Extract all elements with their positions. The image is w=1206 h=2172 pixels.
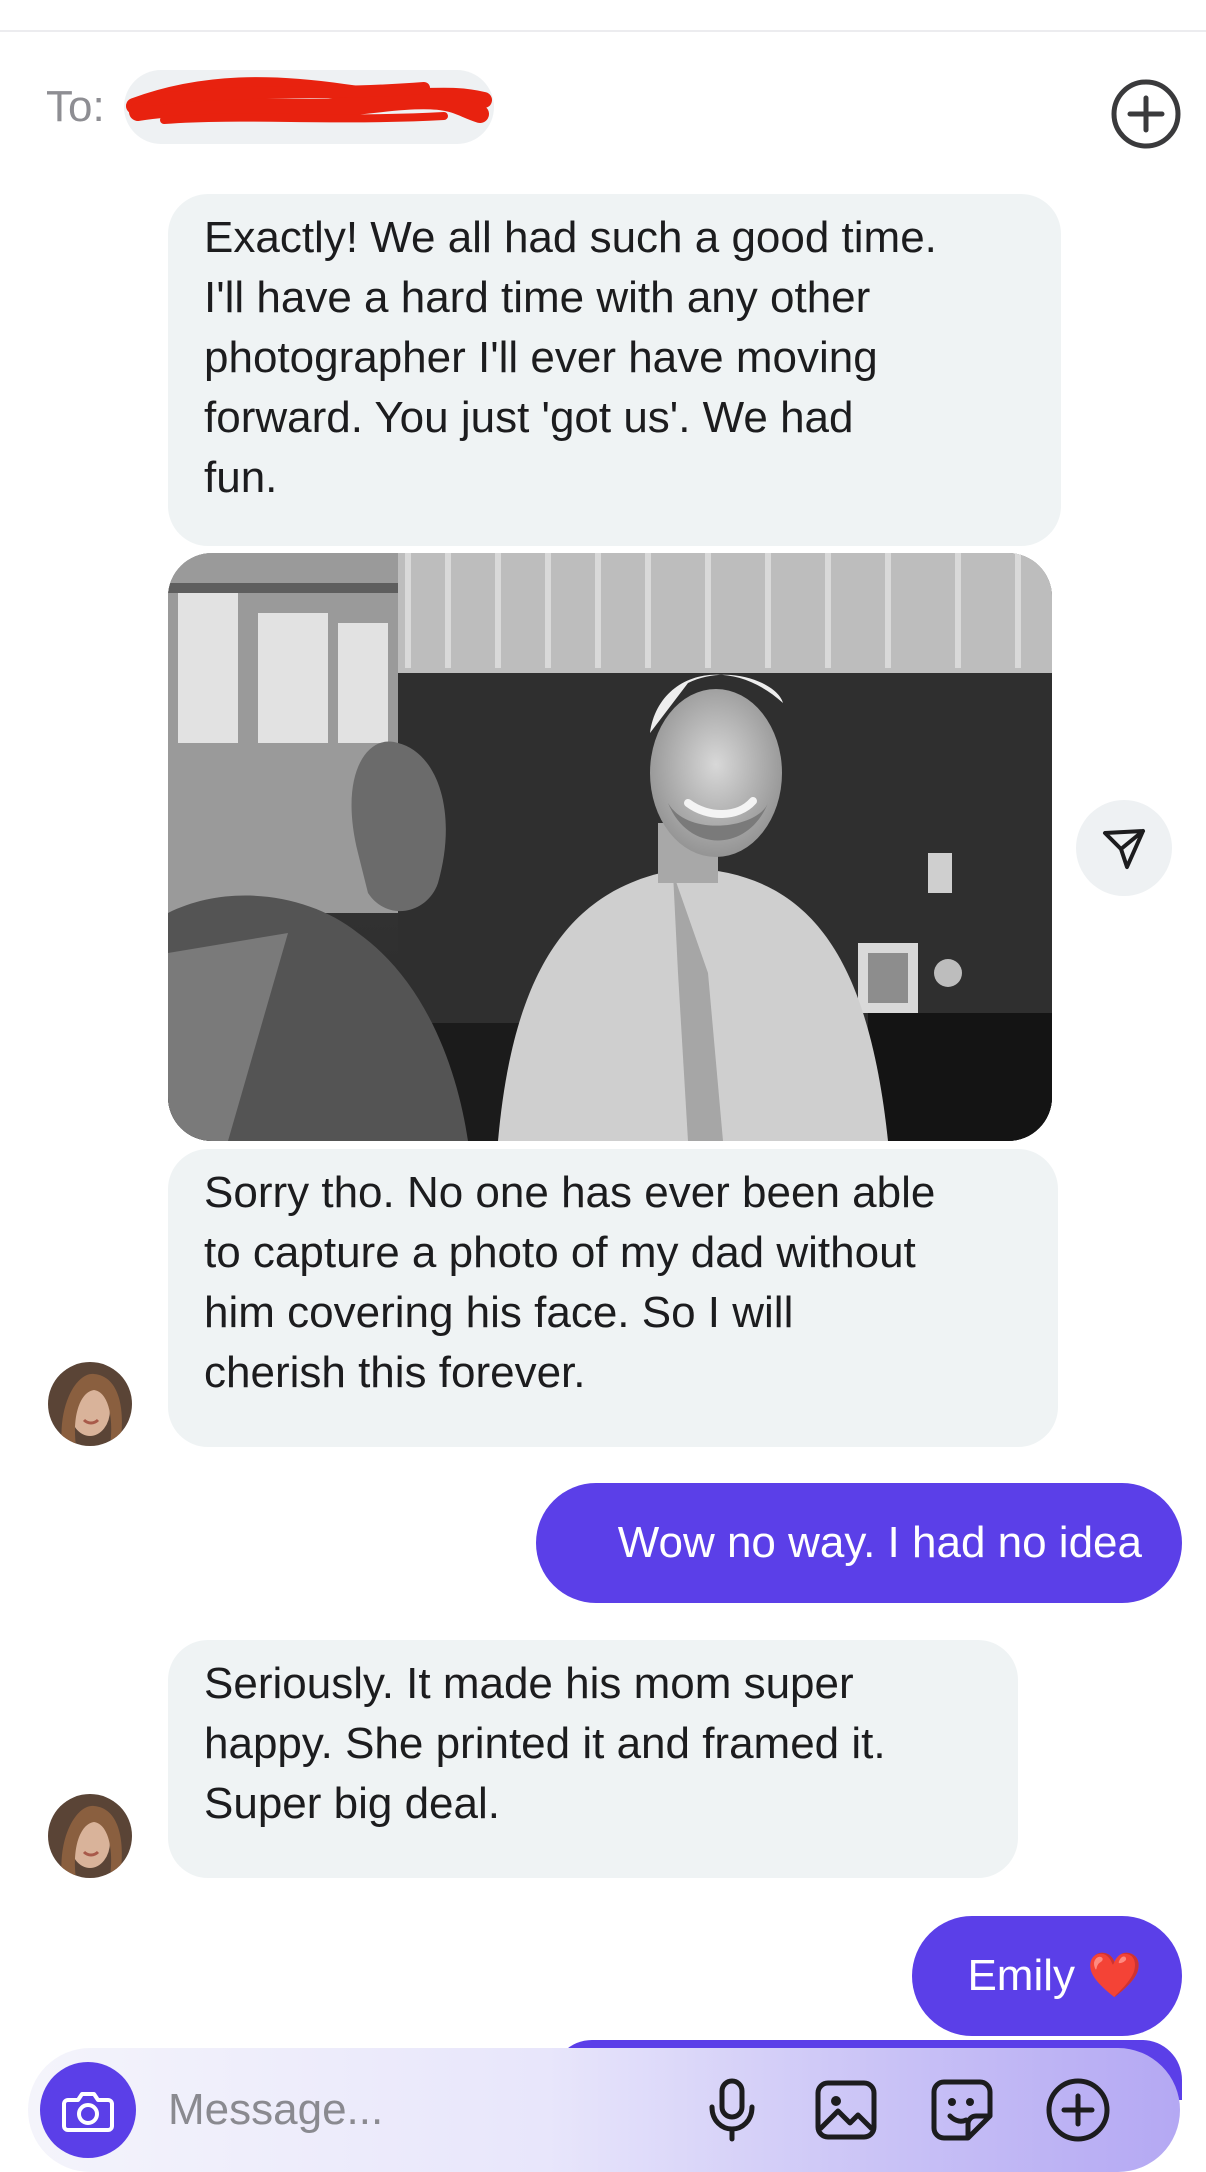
message-input[interactable] [168, 2074, 688, 2146]
message-line: photographer I'll ever have moving [204, 333, 878, 382]
message-text: Emily ❤️ [967, 1951, 1142, 2000]
message-line: him covering his face. So I will [204, 1288, 794, 1337]
message-line: Exactly! We all had such a good time. [204, 213, 937, 262]
plus-circle-icon [1111, 79, 1181, 149]
message-line: Seriously. It made his mom super [204, 1659, 854, 1708]
message-bubble-outgoing[interactable]: Emily ❤️ [912, 1916, 1182, 2036]
message-line: forward. You just 'got us'. We had [204, 393, 854, 442]
message-line: I'll have a hard time with any other [204, 273, 871, 322]
share-button[interactable] [1076, 800, 1172, 896]
voice-button[interactable] [694, 2072, 770, 2148]
image-icon [815, 2080, 877, 2140]
contact-photo [48, 1362, 132, 1446]
shared-photo [168, 553, 1052, 1141]
message-bubble-incoming[interactable]: Exactly! We all had such a good time. I'… [168, 194, 1061, 546]
microphone-icon [709, 2078, 755, 2142]
sticker-icon [931, 2079, 993, 2141]
avatar[interactable] [48, 1794, 132, 1878]
recipient-row: To: [0, 60, 1206, 160]
avatar[interactable] [48, 1362, 132, 1446]
camera-button[interactable] [40, 2062, 136, 2158]
message-bubble-incoming[interactable]: Seriously. It made his mom super happy. … [168, 1640, 1018, 1878]
message-line: fun. [204, 453, 278, 502]
message-line: happy. She printed it and framed it. [204, 1719, 886, 1768]
message-composer [28, 2048, 1180, 2172]
to-label: To: [46, 82, 105, 131]
message-line: Super big deal. [204, 1779, 500, 1828]
message-bubble-outgoing[interactable]: Wow no way. I had no idea [536, 1483, 1182, 1603]
gallery-button[interactable] [808, 2072, 884, 2148]
plus-circle-icon [1046, 2078, 1110, 2142]
message-text: Wow no way. I had no idea [617, 1518, 1142, 1567]
add-recipient-button[interactable] [1110, 78, 1182, 150]
recipient-chip[interactable] [124, 70, 494, 144]
send-icon [1103, 829, 1145, 869]
message-bubble-incoming[interactable]: Sorry tho. No one has ever been able to … [168, 1149, 1058, 1447]
top-divider [0, 30, 1206, 32]
sticker-button[interactable] [924, 2072, 1000, 2148]
more-button[interactable] [1040, 2072, 1116, 2148]
camera-icon [62, 2092, 114, 2132]
message-line: Sorry tho. No one has ever been able [204, 1168, 936, 1217]
photo-message[interactable] [168, 553, 1052, 1141]
redaction-scribble [126, 77, 492, 124]
message-line: cherish this forever. [204, 1348, 586, 1397]
message-line: to capture a photo of my dad without [204, 1228, 916, 1277]
contact-photo [48, 1794, 132, 1878]
